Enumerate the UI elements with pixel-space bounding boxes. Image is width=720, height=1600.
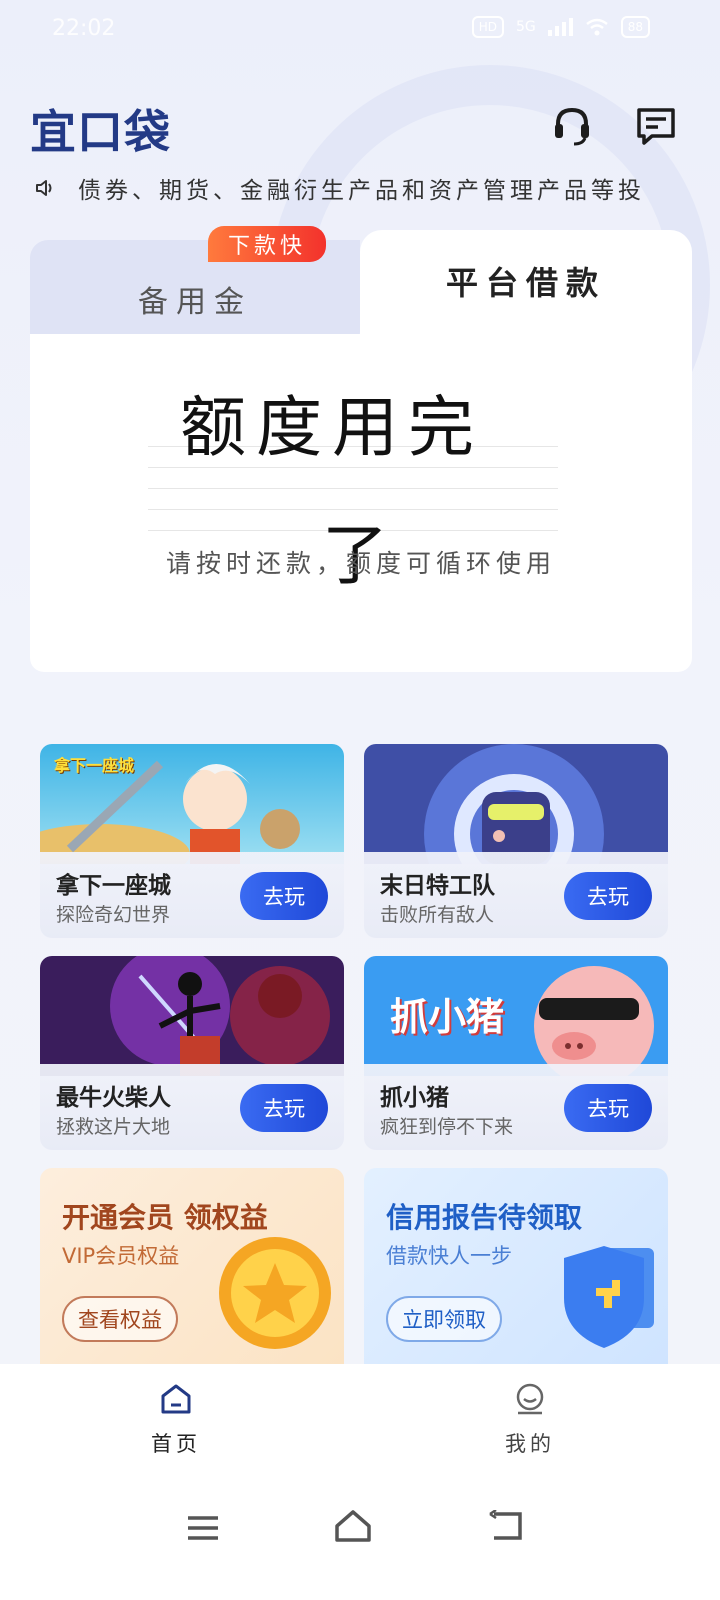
battery-indicator: 88 (620, 16, 650, 38)
game-title: 最牛火柴人 (56, 1085, 171, 1111)
network-type: 5G (515, 19, 536, 35)
tab-platform-loan[interactable]: 平台借款 (360, 230, 692, 350)
credit-report-subtitle: 借款快人一步 (386, 1244, 512, 1268)
quota-status-subtitle: 请按时还款，额度可循环使用 (165, 549, 556, 578)
wifi-icon (585, 18, 608, 36)
game-art-agent (364, 744, 668, 864)
game-art-label: 拿下一座城 (54, 756, 135, 775)
menu-icon[interactable] (186, 1514, 220, 1542)
game-desc: 探险奇幻世界 (56, 904, 171, 926)
shield-icon (564, 1246, 654, 1348)
game-title: 拿下一座城 (56, 873, 171, 899)
claim-now-button[interactable]: 立即领取 (386, 1296, 502, 1342)
nav-profile-label: 我的 (505, 1432, 555, 1456)
game-art-label: 抓小猪 (390, 995, 505, 1039)
nav-home-label: 首页 (151, 1432, 201, 1456)
home-system-icon[interactable] (333, 1508, 373, 1544)
game-card[interactable]: 拿下一座城 拿下一座城 探险奇幻世界 去玩 (40, 744, 344, 938)
bottom-nav: 首页 我的 (0, 1364, 720, 1480)
game-title: 抓小猪 (380, 1085, 449, 1111)
play-button[interactable]: 去玩 (564, 1084, 652, 1132)
profile-icon (516, 1383, 544, 1415)
status-icons: HD 5G 88 (471, 16, 650, 38)
play-button[interactable]: 去玩 (240, 872, 328, 920)
game-info: 末日特工队 击败所有敌人 去玩 (364, 852, 668, 938)
game-info: 拿下一座城 探险奇幻世界 去玩 (40, 852, 344, 938)
vip-promo-card[interactable]: 开通会员 领权益 VIP会员权益 查看权益 (40, 1168, 344, 1364)
speaker-icon (36, 180, 52, 196)
game-desc: 拯救这片大地 (56, 1116, 171, 1138)
quota-panel: 额度用完 了 请按时还款，额度可循环使用 (30, 334, 692, 672)
credit-report-card[interactable]: 信用报告待领取 借款快人一步 立即领取 (364, 1168, 668, 1364)
system-navigation-bar (0, 1480, 720, 1600)
hd-indicator: HD (471, 16, 504, 38)
game-card[interactable]: 抓小猪 抓小猪 疯狂到停不下来 去玩 (364, 956, 668, 1150)
notice-marquee[interactable]: 债券、期货、金融衍生产品和资产管理产品等投 (34, 168, 694, 208)
customer-service-icon[interactable] (550, 104, 594, 148)
game-card[interactable]: 最牛火柴人 拯救这片大地 去玩 (40, 956, 344, 1150)
notice-text: 债券、期货、金融衍生产品和资产管理产品等投 (78, 178, 645, 204)
game-art-stickman (40, 956, 344, 1076)
game-desc: 疯狂到停不下来 (380, 1116, 514, 1138)
nav-profile[interactable]: 我的 (470, 1382, 590, 1458)
app-logo: 宜口袋 (30, 105, 171, 159)
game-card[interactable]: 末日特工队 击败所有敌人 去玩 (364, 744, 668, 938)
fast-loan-badge: 下款快 (208, 226, 326, 262)
tab-platform-loan-label: 平台借款 (445, 264, 606, 302)
play-button[interactable]: 去玩 (240, 1084, 328, 1132)
back-icon[interactable] (488, 1510, 524, 1542)
status-time: 22:02 (52, 16, 116, 41)
signal-icon (547, 18, 573, 36)
vip-promo-subtitle: VIP会员权益 (62, 1244, 180, 1268)
home-icon (161, 1384, 191, 1414)
game-info: 抓小猪 疯狂到停不下来 去玩 (364, 1064, 668, 1150)
tab-reserve-fund-label: 备用金 (138, 285, 252, 320)
view-benefits-button[interactable]: 查看权益 (62, 1296, 178, 1342)
status-bar: 22:02 HD 5G 88 (0, 0, 720, 60)
loan-card: 备用金 下款快 平台借款 额度用完 了 请按时还款，额度可循环使用 (30, 226, 692, 672)
game-info: 最牛火柴人 拯救这片大地 去玩 (40, 1064, 344, 1150)
nav-home[interactable]: 首页 (116, 1382, 236, 1458)
quota-status-title: 额度用完 (180, 389, 484, 466)
credit-report-title: 信用报告待领取 (386, 1201, 583, 1234)
play-button[interactable]: 去玩 (564, 872, 652, 920)
game-title: 末日特工队 (380, 873, 495, 899)
message-icon[interactable] (634, 104, 678, 148)
game-desc: 击败所有敌人 (380, 904, 495, 926)
gold-coin-icon (219, 1237, 331, 1349)
